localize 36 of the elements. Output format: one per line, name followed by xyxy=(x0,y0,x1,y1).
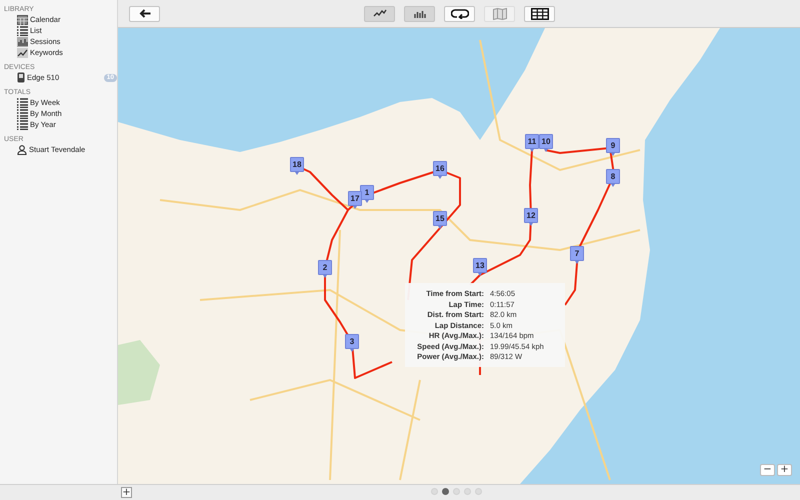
list-icon xyxy=(17,98,28,108)
lap-marker[interactable]: 13 xyxy=(473,258,487,273)
loop-icon xyxy=(450,8,468,19)
chart-icon xyxy=(17,48,28,58)
lap-marker[interactable]: 11 xyxy=(525,134,539,149)
view-button[interactable] xyxy=(444,6,475,22)
map-icon xyxy=(492,8,506,20)
back-arrow-icon xyxy=(138,9,150,18)
page-dot[interactable] xyxy=(442,488,449,495)
table-icon xyxy=(530,8,548,20)
lap-marker[interactable]: 17 xyxy=(348,191,362,206)
lap-marker[interactable]: 7 xyxy=(570,246,584,261)
calendar-icon xyxy=(17,14,28,24)
zoom-out-button[interactable]: − xyxy=(760,464,775,476)
lap-marker[interactable]: 2 xyxy=(318,260,332,275)
list-icon xyxy=(17,26,28,36)
zoom-in-button[interactable]: + xyxy=(777,464,792,476)
line-chart-icon xyxy=(372,9,386,18)
bar-chart-icon xyxy=(17,36,28,46)
list-icon xyxy=(17,108,28,118)
lap-marker[interactable]: 16 xyxy=(433,161,447,176)
bar-chart-icon xyxy=(412,9,426,18)
lap-marker[interactable]: 3 xyxy=(345,334,359,349)
add-button[interactable]: + xyxy=(121,487,132,498)
lap-marker[interactable]: 18 xyxy=(290,157,304,172)
view-button[interactable] xyxy=(524,6,555,22)
lap-marker[interactable]: 1 xyxy=(360,185,374,200)
back-button[interactable] xyxy=(129,6,160,22)
device-icon xyxy=(17,72,25,83)
lap-marker[interactable]: 9 xyxy=(606,138,620,153)
lap-marker[interactable]: 8 xyxy=(606,169,620,184)
user-icon xyxy=(17,144,27,154)
list-icon xyxy=(17,120,28,130)
lap-marker[interactable]: 10 xyxy=(539,134,553,149)
lap-marker[interactable]: 15 xyxy=(433,211,447,226)
lap-marker[interactable]: 12 xyxy=(524,208,538,223)
